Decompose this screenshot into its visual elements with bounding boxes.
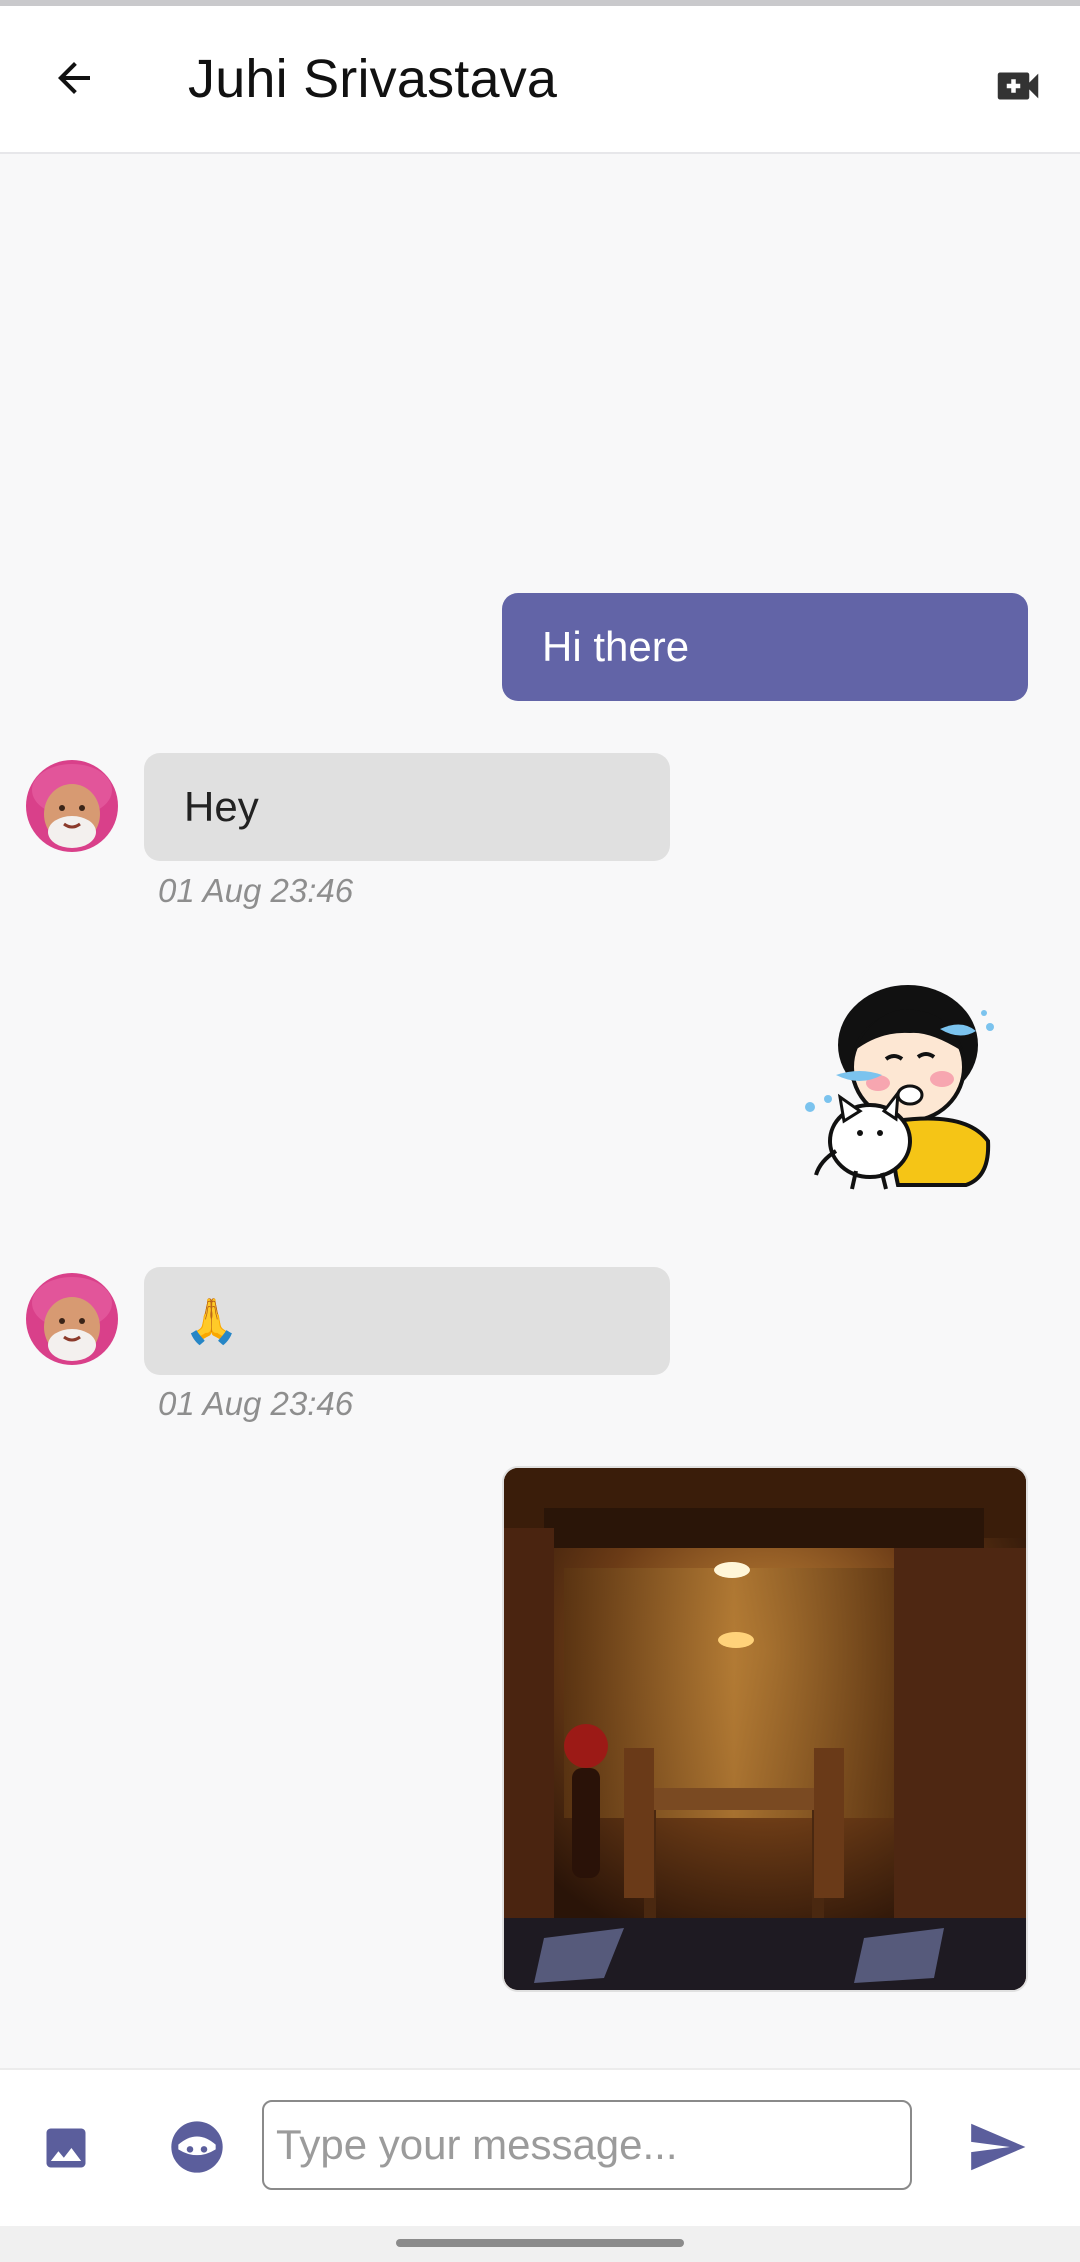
video-call-button[interactable]: [988, 56, 1048, 116]
send-icon: [971, 2123, 1026, 2171]
sticker-message[interactable]: [770, 971, 1006, 1195]
sent-message-bubble[interactable]: Hi there: [502, 593, 1028, 701]
dining-room-photo: [504, 1468, 1026, 1990]
system-navigation-bar: [0, 2226, 1080, 2262]
message-text: 🙏: [184, 1297, 239, 1346]
page-title: Juhi Srivastava: [188, 49, 558, 109]
message-input[interactable]: [262, 2100, 912, 2190]
message-text: Hi there: [542, 623, 690, 670]
emoji-icon: [171, 2121, 223, 2173]
received-message-bubble[interactable]: Hey: [144, 753, 670, 861]
received-message-bubble[interactable]: 🙏: [144, 1267, 670, 1375]
emoji-button[interactable]: [166, 2116, 228, 2178]
home-indicator[interactable]: [396, 2239, 684, 2247]
back-button[interactable]: [44, 48, 104, 108]
send-button[interactable]: [962, 2112, 1032, 2182]
image-message[interactable]: [502, 1466, 1028, 1992]
app-bar: Juhi Srivastava: [0, 6, 1080, 154]
attach-image-button[interactable]: [36, 2118, 96, 2178]
message-timestamp: 01 Aug 23:46: [158, 872, 354, 909]
avatar[interactable]: [26, 760, 118, 852]
message-text: Hey: [184, 783, 259, 830]
image-icon: [46, 2128, 86, 2168]
arrow-left-icon: [58, 62, 90, 94]
video-call-icon: [997, 72, 1039, 100]
crying-girl-hugging-cat-sticker: [805, 985, 994, 1190]
message-composer: [0, 2070, 1080, 2226]
message-timestamp: 01 Aug 23:46: [158, 1385, 354, 1422]
avatar[interactable]: [26, 1273, 118, 1365]
chat-area[interactable]: Hi there Hey 01 Aug 23:46 🙏 01 Aug 23:46: [0, 156, 1080, 2066]
